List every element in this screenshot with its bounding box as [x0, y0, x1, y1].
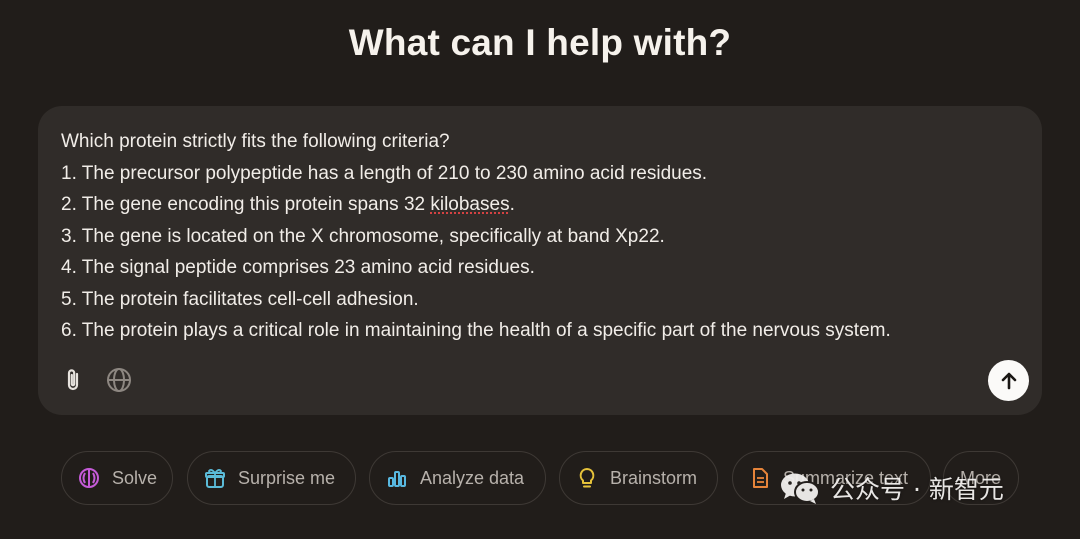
prompt-line: 5. The protein facilitates cell-cell adh…: [61, 288, 419, 310]
suggestion-label: Brainstorm: [610, 467, 698, 488]
paperclip-icon: [67, 369, 79, 391]
suggestion-label: Solve: [112, 467, 158, 488]
globe-icon: [107, 368, 131, 392]
chat-home: What can I help with? Which protein stri…: [0, 0, 1080, 539]
misspelled-word[interactable]: kilobases: [430, 194, 509, 215]
brain-icon: [78, 467, 100, 489]
suggestion-chips: Solve Surprise me Analyze data Brainstor…: [61, 451, 1061, 507]
attach-button[interactable]: [58, 365, 88, 395]
prompt-line: 1. The precursor polypeptide has a lengt…: [61, 162, 708, 184]
document-icon: [749, 467, 771, 489]
suggestion-label: More: [960, 467, 1002, 488]
page-title: What can I help with?: [348, 22, 732, 63]
suggestion-label: Summarize text: [783, 467, 909, 488]
bar-chart-icon: [386, 467, 408, 489]
suggestion-summarize-text[interactable]: Summarize text: [732, 451, 931, 505]
suggestion-label: Surprise me: [238, 467, 336, 488]
send-button[interactable]: [988, 360, 1029, 401]
suggestion-label: Analyze data: [420, 467, 525, 488]
suggestion-analyze-data[interactable]: Analyze data: [369, 451, 546, 505]
suggestion-more[interactable]: More: [943, 451, 1019, 505]
arrow-up-icon: [1001, 372, 1016, 389]
prompt-line-text: 2. The gene encoding this protein spans …: [61, 194, 431, 215]
prompt-line: Which protein strictly fits the followin…: [61, 131, 450, 152]
gift-icon: [204, 467, 226, 489]
suggestion-brainstorm[interactable]: Brainstorm: [559, 451, 718, 505]
search-web-button[interactable]: [104, 365, 134, 395]
prompt-line: 3. The gene is located on the X chromoso…: [61, 225, 665, 247]
prompt-line-suffix: .: [509, 194, 515, 215]
suggestion-solve[interactable]: Solve: [61, 451, 173, 505]
lightbulb-icon: [576, 467, 598, 489]
suggestion-surprise-me[interactable]: Surprise me: [187, 451, 356, 505]
prompt-line: 2. The gene encoding this protein spans …: [61, 189, 1021, 221]
prompt-line: 4. The signal peptide comprises 23 amino…: [61, 257, 535, 278]
prompt-input[interactable]: Which protein strictly fits the followin…: [61, 126, 1021, 347]
prompt-line: 6. The protein plays a critical role in …: [61, 320, 891, 341]
prompt-composer[interactable]: Which protein strictly fits the followin…: [38, 106, 1042, 415]
